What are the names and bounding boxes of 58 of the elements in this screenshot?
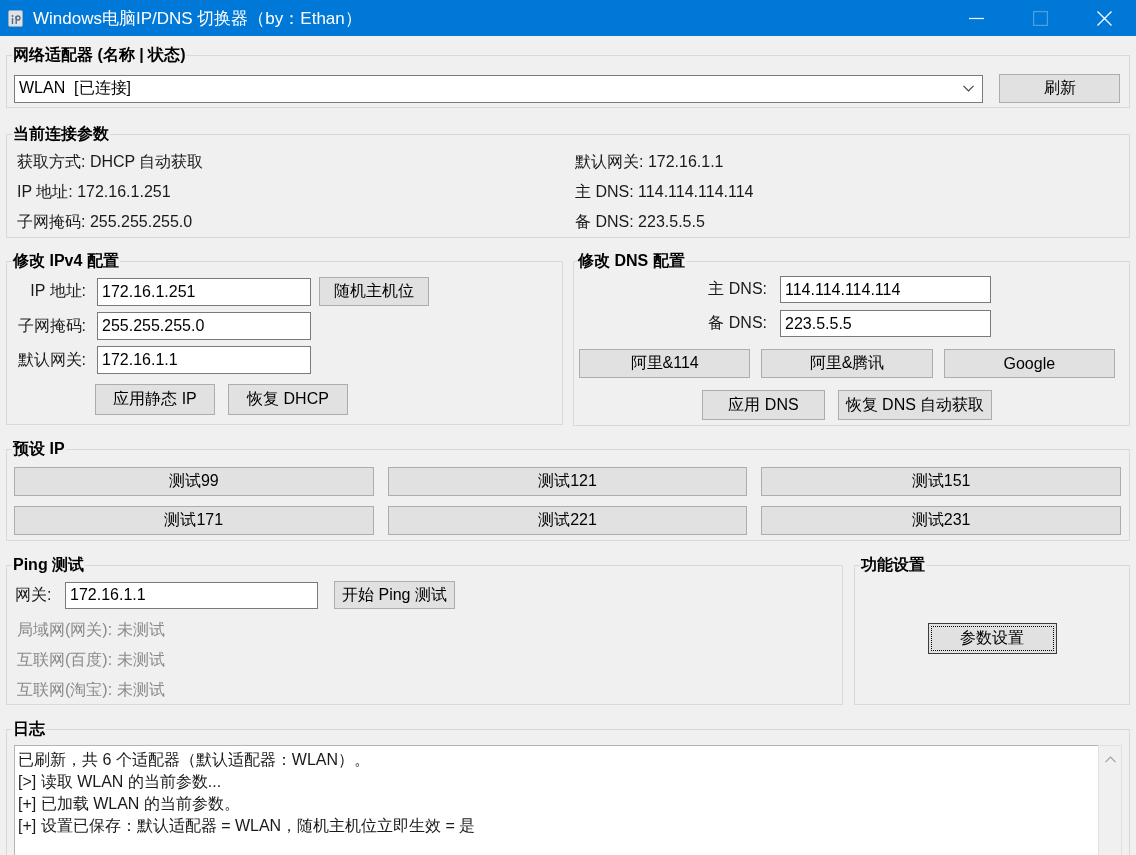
group-title: 日志 bbox=[12, 719, 46, 739]
group-title: 当前连接参数 bbox=[12, 124, 110, 144]
info-text: 备 DNS: 223.5.5.5 bbox=[575, 211, 706, 232]
dns-preset-button[interactable]: 阿里&腾讯 bbox=[761, 349, 933, 378]
ping-result: 局域网(网关): 未测试 bbox=[17, 620, 166, 640]
info-text: 获取方式: DHCP 自动获取 bbox=[17, 151, 205, 172]
ping-result: 互联网(淘宝): 未测试 bbox=[17, 680, 166, 700]
dns-action-button[interactable]: 应用 DNS bbox=[702, 390, 825, 420]
ping-result: 互联网(百度): 未测试 bbox=[17, 650, 166, 670]
field-label: 子网掩码: bbox=[16, 315, 86, 336]
dns-action-button[interactable]: 恢复 DNS 自动获取 bbox=[838, 390, 992, 420]
preset-ip-button[interactable]: 测试121 bbox=[387, 467, 748, 496]
preset-ip-button[interactable]: 测试231 bbox=[761, 506, 1121, 535]
input-field[interactable]: 172.16.1.1 bbox=[65, 581, 318, 609]
log-area[interactable]: 已刷新，共 6 个适配器（默认适配器：WLAN）。 [>] 读取 WLAN 的当前参数... [+] 已加载 WLAN 的当前参数。 [+] 设置已保存：默认适配器 = WLAN，随机主机位立即生效 = 是 bbox=[14, 745, 1098, 855]
group-title: 功能设置 bbox=[860, 555, 926, 575]
group-title: 预设 IP bbox=[12, 439, 66, 459]
log-line: [>] 读取 WLAN 的当前参数... bbox=[18, 772, 223, 792]
info-text: 默认网关: 172.16.1.1 bbox=[575, 151, 725, 172]
input-field[interactable]: 255.255.255.0 bbox=[97, 312, 311, 340]
refresh-button[interactable]: 刷新 bbox=[999, 74, 1120, 103]
field-label: 主 DNS: bbox=[707, 279, 767, 299]
group-title: 网络适配器 (名称 | 状态) bbox=[12, 45, 187, 65]
log-line: 已刷新，共 6 个适配器（默认适配器：WLAN）。 bbox=[18, 750, 371, 770]
window-title: Windows电脑IP/DNS 切换器（by：Ethan） bbox=[33, 7, 363, 30]
dns-preset-button[interactable]: 阿里&114 bbox=[579, 349, 751, 378]
log-line: [+] 已加载 WLAN 的当前参数。 bbox=[18, 794, 241, 814]
field-label: IP 地址: bbox=[29, 281, 86, 301]
dns-preset-button[interactable]: Google bbox=[943, 349, 1115, 378]
random-host-button[interactable]: 随机主机位 bbox=[319, 277, 429, 306]
field-label: 备 DNS: bbox=[707, 313, 767, 333]
app-icon bbox=[8, 9, 23, 27]
group-title: Ping 测试 bbox=[12, 555, 86, 575]
group-title: 修改 IPv4 配置 bbox=[12, 251, 120, 271]
scrollbar[interactable] bbox=[1098, 745, 1122, 855]
input-field[interactable]: 114.114.114.114 bbox=[780, 276, 991, 303]
log-line: [+] 设置已保存：默认适配器 = WLAN，随机主机位立即生效 = 是 bbox=[18, 816, 477, 836]
input-field[interactable]: 172.16.1.1 bbox=[97, 346, 311, 374]
preset-ip-button[interactable]: 测试171 bbox=[14, 506, 374, 535]
input-field[interactable]: 172.16.1.251 bbox=[97, 277, 311, 306]
group-title: 修改 DNS 配置 bbox=[577, 251, 686, 271]
input-field[interactable]: 223.5.5.5 bbox=[780, 310, 991, 337]
caret-icon bbox=[963, 85, 974, 92]
adapter-dropdown[interactable]: WLAN [已连接] bbox=[14, 74, 983, 103]
settings-button[interactable]: 参数设置 bbox=[927, 623, 1057, 654]
info-text: 主 DNS: 114.114.114.114 bbox=[575, 181, 755, 202]
info-text: IP 地址: 172.16.1.251 bbox=[17, 181, 172, 202]
field-label: 默认网关: bbox=[16, 349, 86, 370]
preset-ip-button[interactable]: 测试151 bbox=[761, 467, 1121, 496]
info-text: 子网掩码: 255.255.255.0 bbox=[17, 211, 194, 232]
preset-ip-button[interactable]: 测试221 bbox=[387, 506, 748, 535]
ipv4-action-button[interactable]: 应用静态 IP bbox=[95, 384, 215, 415]
ping-button[interactable]: 开始 Ping 测试 bbox=[334, 581, 455, 609]
field-label: 网关: bbox=[15, 584, 53, 605]
ipv4-action-button[interactable]: 恢复 DHCP bbox=[228, 384, 348, 415]
scroll-up-icon[interactable] bbox=[1104, 756, 1116, 763]
preset-ip-button[interactable]: 测试99 bbox=[14, 467, 374, 496]
close-icon[interactable] bbox=[1096, 10, 1112, 26]
